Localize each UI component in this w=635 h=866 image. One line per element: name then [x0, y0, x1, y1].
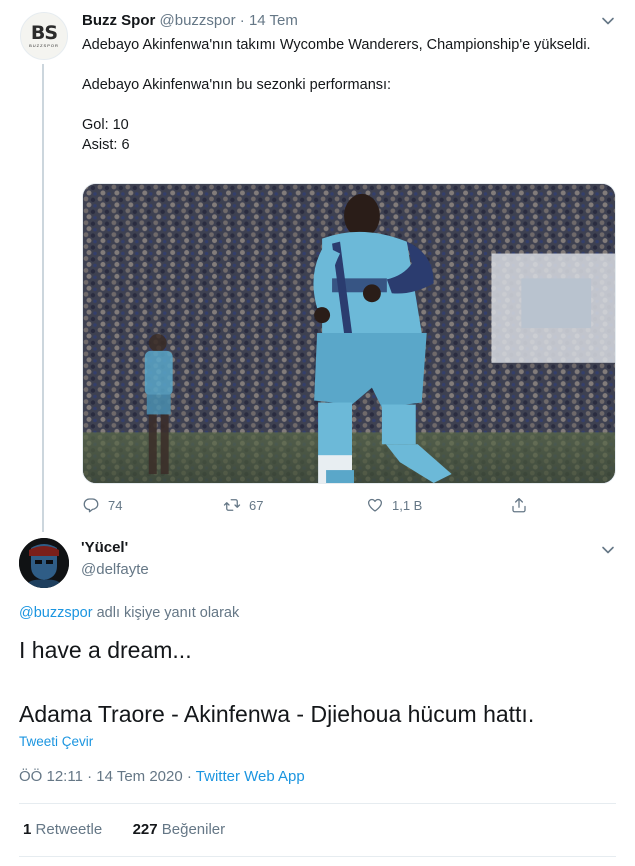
divider [19, 803, 616, 804]
author-handle[interactable]: @buzzspor [160, 12, 236, 29]
tweet-line: Adebayo Akinfenwa'nın bu sezonki perform… [82, 77, 392, 93]
chevron-down-icon[interactable] [600, 13, 616, 29]
tweet-timestamp[interactable]: ÖÖ 12:11 · 14 Tem 2020 · [19, 768, 192, 785]
retweet-action[interactable]: 67 [223, 496, 263, 514]
reply-icon [83, 498, 99, 513]
reply-tweet: 'Yücel' @delfayte @buzzspor adlı kişiye … [0, 530, 635, 866]
likes-stat[interactable]: 227 Beğeniler [133, 821, 226, 838]
replying-to-suffix: adlı kişiye yanıt olarak [96, 605, 240, 621]
tweet-header: Buzz Spor @buzzspor · 14 Tem [82, 12, 298, 29]
header-separator: · [239, 12, 245, 29]
reply-author-handle[interactable]: @delfayte [81, 561, 149, 578]
likes-label: Beğeniler [161, 821, 226, 838]
replying-to-link[interactable]: @buzzspor [19, 605, 93, 621]
tweet-meta: ÖÖ 12:11 · 14 Tem 2020 · Twitter Web App [19, 768, 305, 785]
author-name[interactable]: Buzz Spor [82, 12, 155, 29]
tweet-line: Asist: 6 [82, 137, 130, 153]
retweets-stat[interactable]: 1 Retweetle [23, 821, 106, 838]
reply-text-line: I have a dream... [19, 637, 192, 663]
avatar-image [19, 538, 69, 588]
reply-text-line: Adama Traore - Akinfenwa - Djiehoua hücu… [19, 701, 535, 727]
tweet-line: Adebayo Akinfenwa'nın takımı Wycombe Wan… [82, 37, 591, 53]
chevron-down-icon[interactable] [600, 542, 616, 558]
avatar-monogram: BS [30, 22, 58, 44]
likes-count: 227 [132, 821, 158, 838]
tweet-line: Gol: 10 [82, 117, 129, 133]
avatar-subtext: BUZZSPOR [29, 43, 59, 48]
thread-line [42, 64, 44, 532]
reply-author-name[interactable]: 'Yücel' [81, 539, 128, 556]
reply-action[interactable]: 74 [82, 496, 122, 514]
original-tweet: BS BUZZSPOR Buzz Spor @buzzspor · 14 Tem… [0, 0, 635, 532]
translate-tweet-link[interactable]: Tweeti Çevir [19, 734, 93, 749]
like-count: 1,1 B [392, 497, 423, 513]
share-action[interactable] [510, 496, 536, 514]
reply-count: 74 [108, 497, 123, 513]
tweet-photo[interactable] [82, 183, 616, 484]
tweet-text: Adebayo Akinfenwa'nın takımı Wycombe Wan… [82, 35, 617, 155]
retweets-label: Retweetle [35, 821, 103, 838]
replying-to: @buzzspor adlı kişiye yanıt olarak [19, 605, 239, 621]
delfayte-avatar[interactable] [19, 538, 69, 588]
divider [19, 856, 616, 857]
tweet-date[interactable]: 14 Tem [249, 12, 298, 29]
tweet-stats: 1 Retweetle 227 Beğeniler [23, 821, 225, 838]
retweet-count: 67 [249, 497, 264, 513]
like-action[interactable]: 1,1 B [366, 496, 422, 514]
tweet-actions: 74 67 1,1 B [82, 496, 542, 516]
retweets-count: 1 [23, 821, 32, 838]
football-player-photo [83, 184, 615, 483]
tweet-source-link[interactable]: Twitter Web App [196, 768, 305, 785]
share-icon [512, 497, 526, 513]
like-icon [367, 498, 383, 512]
buzzspor-avatar[interactable]: BS BUZZSPOR [20, 12, 68, 60]
retweet-icon [223, 499, 241, 511]
